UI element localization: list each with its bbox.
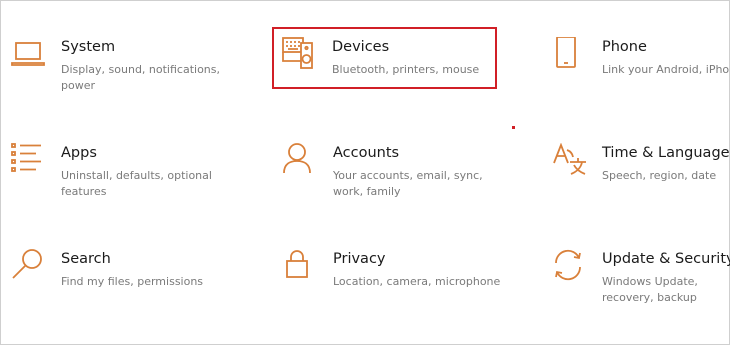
tile-description: Find my files, permissions [61, 275, 204, 288]
tile-description: Display, sound, notifications, power [61, 63, 221, 92]
tile-description: Bluetooth, printers, mouse [332, 63, 480, 76]
tile-update-security[interactable]: Update & Security Windows Update, recove… [552, 249, 730, 309]
tile-description: Link your Android, iPhone [602, 63, 730, 76]
tile-devices[interactable]: Devices Bluetooth, printers, mouse [282, 37, 492, 87]
tile-search[interactable]: Search Find my files, permissions [11, 249, 251, 299]
tile-apps[interactable]: Apps Uninstall, defaults, optional featu… [11, 143, 251, 203]
sync-icon [552, 249, 592, 289]
laptop-icon [11, 37, 51, 77]
tile-title: System [61, 39, 116, 55]
tile-title: Time & Language [602, 145, 730, 161]
tile-description: Speech, region, date [602, 169, 717, 182]
tile-phone[interactable]: Phone Link your Android, iPhone [552, 37, 730, 87]
tile-title: Update & Security [602, 251, 730, 267]
tile-title: Phone [602, 39, 647, 55]
phone-icon [552, 37, 592, 77]
tile-system[interactable]: System Display, sound, notifications, po… [11, 37, 251, 97]
tile-title: Devices [332, 39, 390, 55]
tile-description: Location, camera, microphone [333, 275, 501, 288]
tile-accounts[interactable]: Accounts Your accounts, email, sync, wor… [283, 143, 523, 203]
tile-description: Windows Update, recovery, backup [602, 275, 698, 304]
tile-title: Accounts [333, 145, 400, 161]
annotation-dot [512, 126, 515, 129]
tile-privacy[interactable]: Privacy Location, camera, microphone [283, 249, 523, 299]
keyboard-speaker-icon [282, 37, 322, 77]
person-icon [283, 143, 323, 183]
tile-title: Search [61, 251, 111, 267]
tile-description: Your accounts, email, sync, work, family [333, 169, 483, 198]
tile-title: Privacy [333, 251, 386, 267]
settings-panel: System Display, sound, notifications, po… [0, 0, 730, 345]
apps-list-icon [11, 143, 51, 183]
tile-title: Apps [61, 145, 97, 161]
search-icon [11, 249, 51, 289]
lock-icon [283, 249, 323, 289]
language-icon [552, 143, 592, 183]
tile-time-language[interactable]: Time & Language Speech, region, date [552, 143, 730, 193]
tile-description: Uninstall, defaults, optional features [61, 169, 212, 198]
